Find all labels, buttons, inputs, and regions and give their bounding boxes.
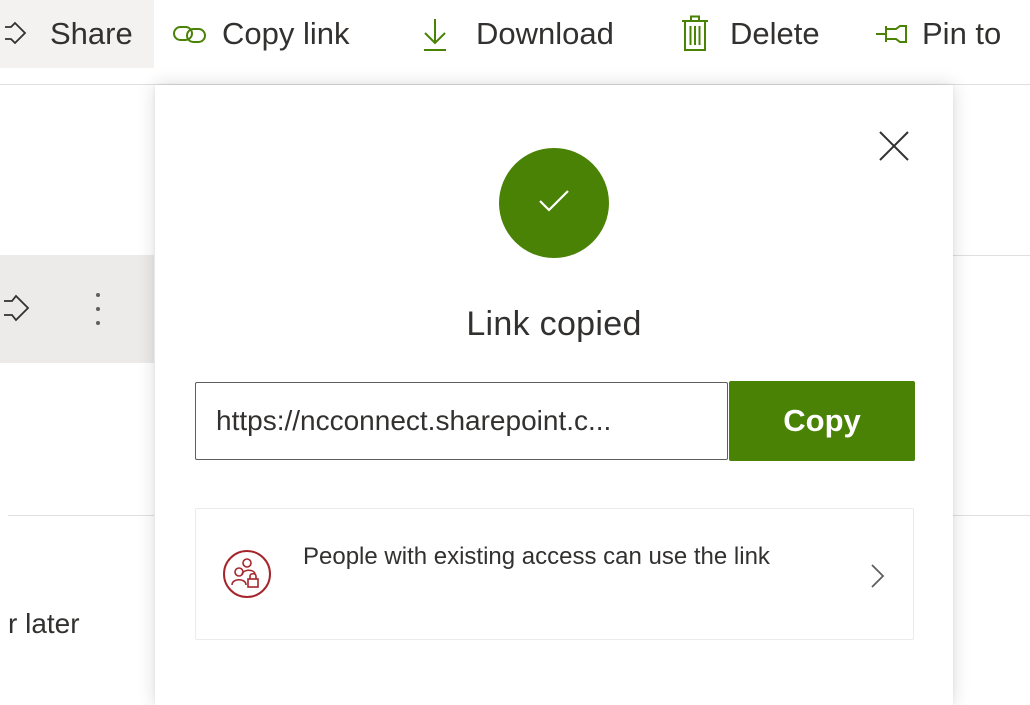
delete-label: Delete	[730, 16, 820, 51]
link-settings-text: People with existing access can use the …	[303, 543, 770, 570]
link-icon	[172, 22, 208, 46]
copy-link-button[interactable]: Copy link	[172, 0, 350, 68]
download-button[interactable]: Download	[420, 0, 614, 68]
copy-button[interactable]: Copy	[729, 381, 915, 461]
link-url-field[interactable]: https://ncconnect.sharepoint.c...	[195, 382, 728, 460]
trash-icon	[680, 15, 710, 53]
checkmark-icon	[537, 188, 571, 219]
share-button[interactable]: Share	[0, 0, 154, 68]
success-badge	[499, 148, 609, 258]
command-bar: Share Copy link Download Delete Pin to	[0, 0, 1030, 68]
pin-label: Pin to	[922, 16, 1002, 51]
pin-button[interactable]: Pin to	[874, 0, 1001, 68]
share-label: Share	[50, 16, 133, 51]
link-settings-button[interactable]: People with existing access can use the …	[195, 508, 914, 640]
close-icon	[878, 130, 910, 167]
people-lock-icon	[222, 549, 272, 599]
list-row-selected[interactable]	[0, 255, 154, 363]
share-icon[interactable]	[0, 291, 34, 330]
copy-link-label: Copy link	[222, 16, 350, 51]
download-arrow-icon	[420, 16, 450, 52]
link-copied-dialog: Link copied https://ncconnect.sharepoint…	[155, 85, 953, 705]
close-button[interactable]	[875, 129, 913, 167]
download-label: Download	[476, 16, 614, 51]
list-item-text: r later	[8, 608, 80, 639]
chevron-right-icon	[866, 563, 888, 589]
more-vertical-icon[interactable]	[88, 289, 108, 329]
list-divider	[950, 515, 1030, 516]
dialog-title: Link copied	[466, 305, 642, 343]
list-divider	[8, 515, 154, 516]
share-icon	[2, 19, 38, 49]
delete-button[interactable]: Delete	[680, 0, 820, 68]
pin-icon	[874, 22, 908, 46]
list-divider	[950, 255, 1030, 256]
